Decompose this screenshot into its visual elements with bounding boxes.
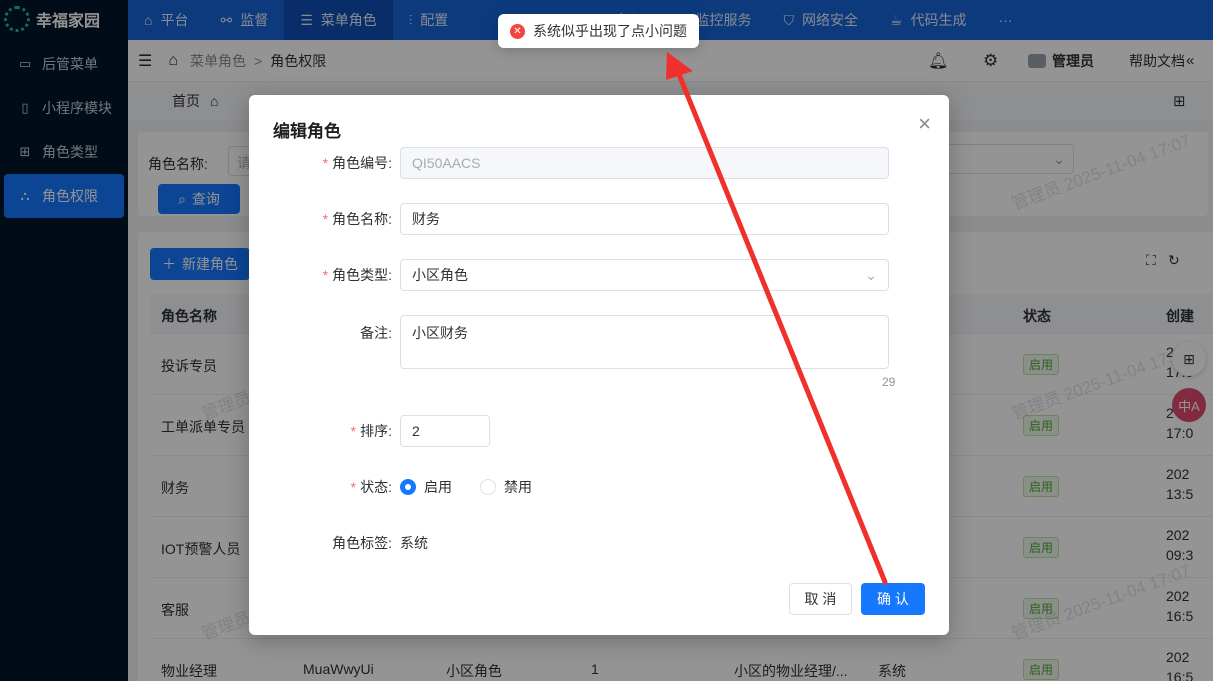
annotation-arrow: [666, 52, 888, 585]
arrow-line: [675, 69, 888, 585]
